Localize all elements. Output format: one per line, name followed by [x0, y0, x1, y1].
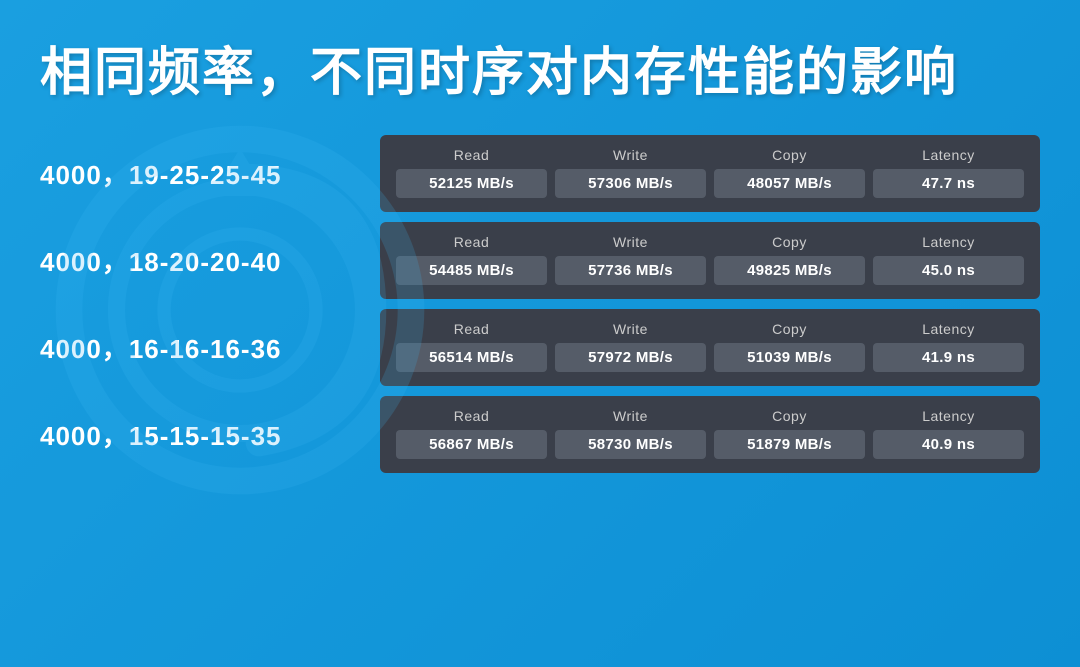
- write-metric-label: Write: [613, 234, 648, 250]
- latency-metric-value: 45.0 ns: [873, 256, 1024, 285]
- main-container: 相同频率，不同时序对内存性能的影响 4000，19-25-25-45 Read 52…: [0, 0, 1080, 667]
- write-metric-label: Write: [613, 408, 648, 424]
- benchmark-card: Read 52125 MB/s Write 57306 MB/s Copy 48057 M…: [380, 135, 1040, 212]
- copy-metric: Copy 51039 MB/s: [714, 321, 865, 372]
- copy-metric: Copy 49825 MB/s: [714, 234, 865, 285]
- copy-metric: Copy 48057 MB/s: [714, 147, 865, 198]
- benchmark-card: Read 56867 MB/s Write 58730 MB/s Copy 51879 M…: [380, 396, 1040, 473]
- copy-metric-value: 49825 MB/s: [714, 256, 865, 285]
- latency-metric-value: 40.9 ns: [873, 430, 1024, 459]
- copy-metric-value: 51039 MB/s: [714, 343, 865, 372]
- timing-label: 4000，19-25-25-45: [40, 155, 360, 192]
- benchmark-row: 4000，19-25-25-45 Read 52125 MB/s Write 57306…: [40, 135, 1040, 212]
- latency-metric: Latency 47.7 ns: [873, 147, 1024, 198]
- benchmark-row: 4000，16-16-16-36 Read 56514 MB/s Write 57972…: [40, 309, 1040, 386]
- latency-metric-label: Latency: [922, 234, 975, 250]
- write-metric: Write 57736 MB/s: [555, 234, 706, 285]
- read-metric-value: 56514 MB/s: [396, 343, 547, 372]
- timing-label: 4000，18-20-20-40: [40, 242, 360, 279]
- copy-metric-label: Copy: [772, 408, 807, 424]
- latency-metric-value: 41.9 ns: [873, 343, 1024, 372]
- latency-metric: Latency 40.9 ns: [873, 408, 1024, 459]
- copy-metric-label: Copy: [772, 147, 807, 163]
- read-metric-value: 56867 MB/s: [396, 430, 547, 459]
- copy-metric: Copy 51879 MB/s: [714, 408, 865, 459]
- write-metric: Write 57972 MB/s: [555, 321, 706, 372]
- write-metric: Write 58730 MB/s: [555, 408, 706, 459]
- read-metric-value: 52125 MB/s: [396, 169, 547, 198]
- timing-label: 4000，16-16-16-36: [40, 329, 360, 366]
- read-metric-value: 54485 MB/s: [396, 256, 547, 285]
- latency-metric: Latency 45.0 ns: [873, 234, 1024, 285]
- content-area: 4000，19-25-25-45 Read 52125 MB/s Write 57306…: [40, 135, 1040, 647]
- write-metric-value: 57306 MB/s: [555, 169, 706, 198]
- latency-metric-label: Latency: [922, 147, 975, 163]
- read-metric-label: Read: [454, 234, 489, 250]
- latency-metric: Latency 41.9 ns: [873, 321, 1024, 372]
- page-title: 相同频率，不同时序对内存性能的影响: [40, 30, 1040, 105]
- read-metric-label: Read: [454, 408, 489, 424]
- latency-metric-label: Latency: [922, 408, 975, 424]
- benchmark-row: 4000，18-20-20-40 Read 54485 MB/s Write 57736…: [40, 222, 1040, 299]
- read-metric-label: Read: [454, 321, 489, 337]
- benchmark-card: Read 54485 MB/s Write 57736 MB/s Copy 49825 M…: [380, 222, 1040, 299]
- copy-metric-value: 51879 MB/s: [714, 430, 865, 459]
- write-metric-value: 57972 MB/s: [555, 343, 706, 372]
- copy-metric-label: Copy: [772, 321, 807, 337]
- latency-metric-label: Latency: [922, 321, 975, 337]
- write-metric-label: Write: [613, 147, 648, 163]
- copy-metric-value: 48057 MB/s: [714, 169, 865, 198]
- read-metric: Read 54485 MB/s: [396, 234, 547, 285]
- write-metric-value: 57736 MB/s: [555, 256, 706, 285]
- read-metric: Read 56867 MB/s: [396, 408, 547, 459]
- write-metric: Write 57306 MB/s: [555, 147, 706, 198]
- copy-metric-label: Copy: [772, 234, 807, 250]
- latency-metric-value: 47.7 ns: [873, 169, 1024, 198]
- timing-label: 4000，15-15-15-35: [40, 416, 360, 453]
- read-metric: Read 56514 MB/s: [396, 321, 547, 372]
- read-metric-label: Read: [454, 147, 489, 163]
- benchmark-row: 4000，15-15-15-35 Read 56867 MB/s Write 58730…: [40, 396, 1040, 473]
- benchmark-card: Read 56514 MB/s Write 57972 MB/s Copy 51039 M…: [380, 309, 1040, 386]
- read-metric: Read 52125 MB/s: [396, 147, 547, 198]
- write-metric-value: 58730 MB/s: [555, 430, 706, 459]
- write-metric-label: Write: [613, 321, 648, 337]
